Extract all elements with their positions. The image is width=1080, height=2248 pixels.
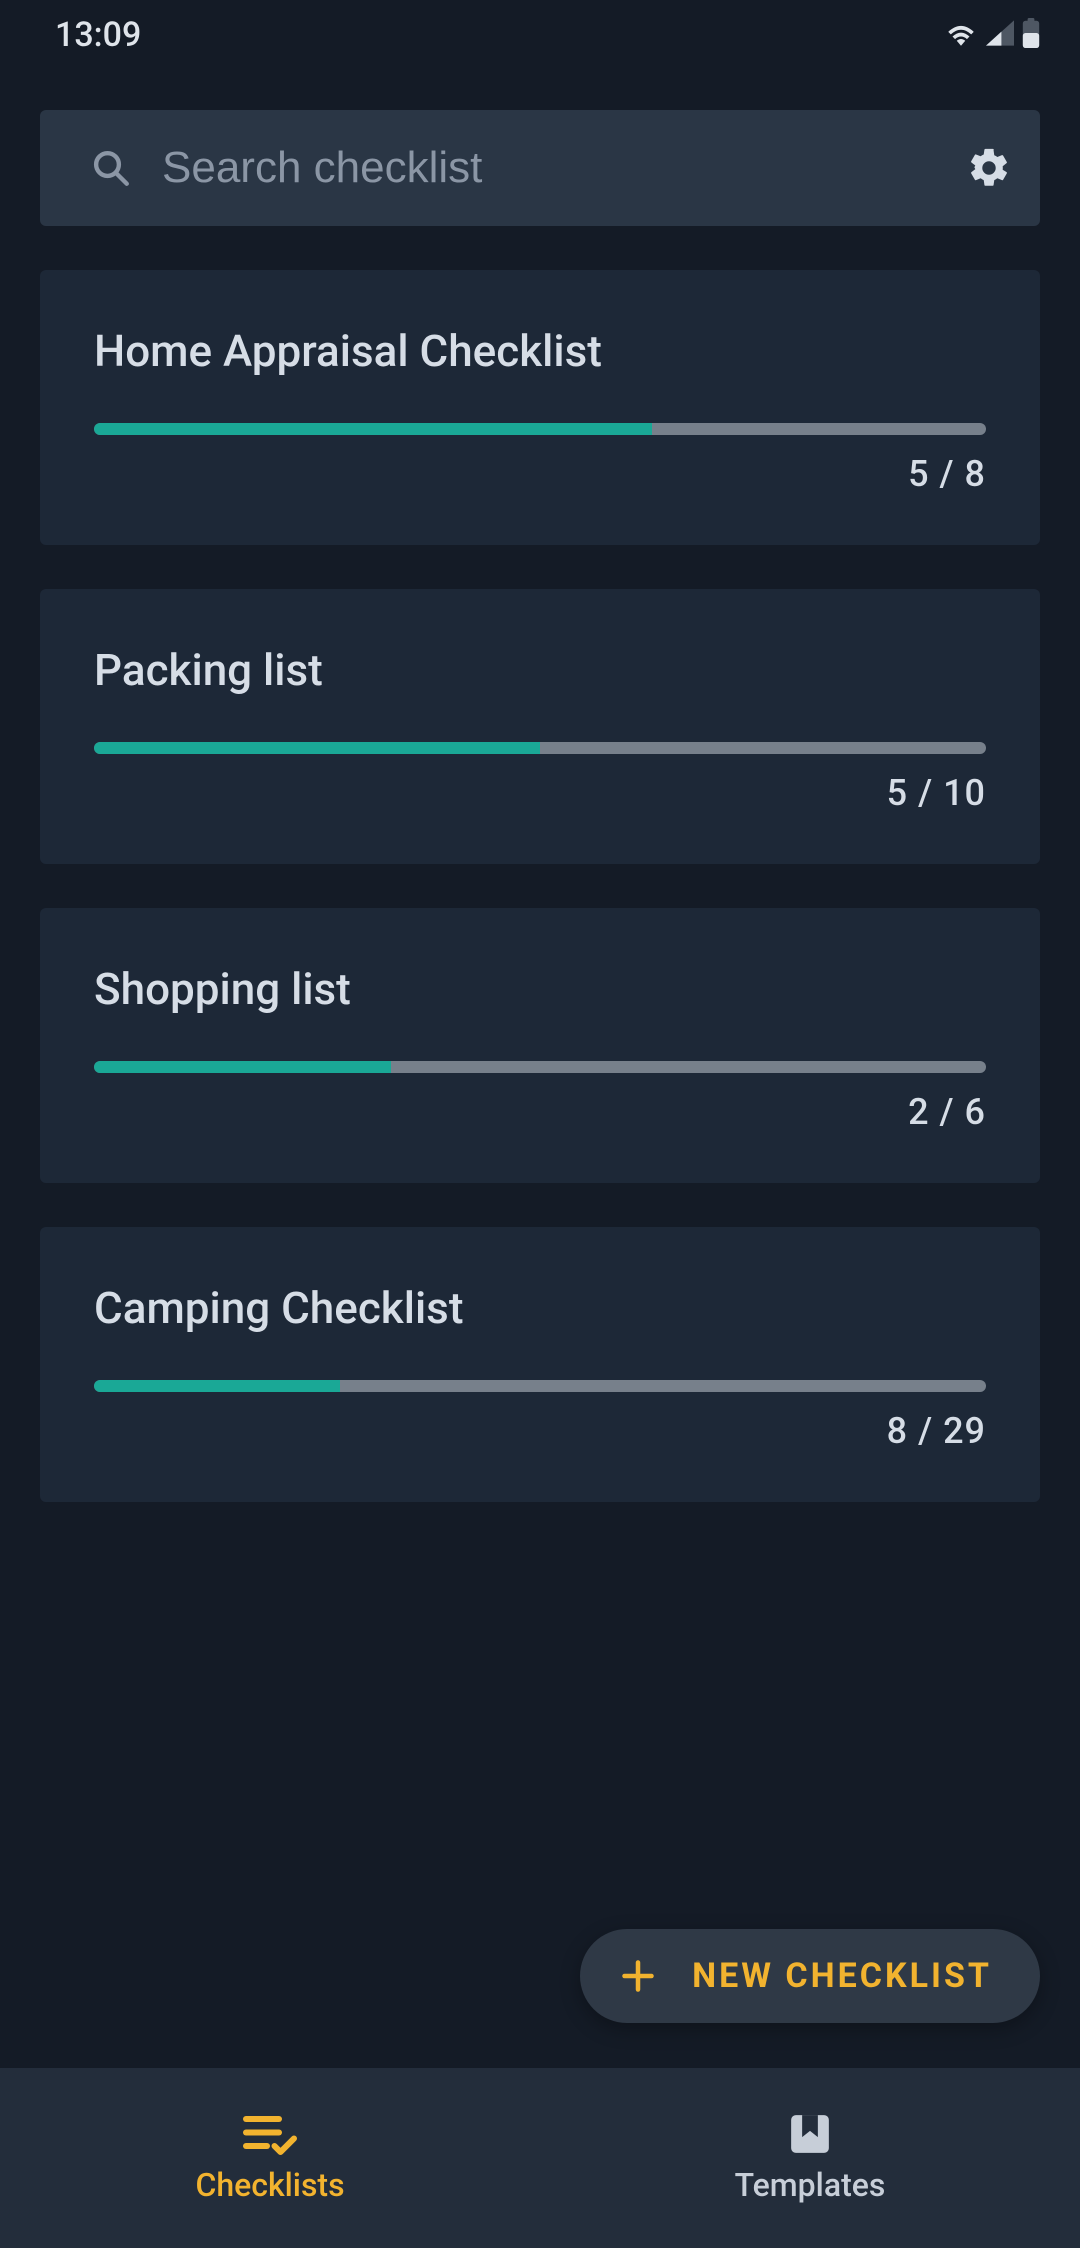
- progress-label: 8 / 29: [94, 1410, 986, 1452]
- checklist-card[interactable]: Home Appraisal Checklist 5 / 8: [40, 270, 1040, 545]
- progress-bar: [94, 1380, 986, 1392]
- search-icon: [90, 147, 132, 189]
- nav-label-templates: Templates: [735, 2166, 886, 2204]
- status-time: 13:09: [55, 15, 141, 55]
- status-icons: [944, 18, 1040, 52]
- nav-tab-checklists[interactable]: Checklists: [0, 2068, 540, 2248]
- bottom-nav: Checklists Templates: [0, 2068, 1080, 2248]
- checklist-title: Packing list: [94, 644, 986, 696]
- checklist-card[interactable]: Camping Checklist 8 / 29: [40, 1227, 1040, 1502]
- wifi-icon: [944, 20, 978, 50]
- progress-fill: [94, 423, 652, 435]
- checklist-title: Home Appraisal Checklist: [94, 325, 986, 377]
- status-bar: 13:09: [0, 0, 1080, 70]
- progress-fill: [94, 742, 540, 754]
- progress-bar: [94, 1061, 986, 1073]
- fab-label: NEW CHECKLIST: [692, 1956, 992, 1996]
- progress-fill: [94, 1380, 340, 1392]
- progress-label: 5 / 8: [94, 453, 986, 495]
- settings-gear-icon[interactable]: [966, 145, 1012, 191]
- checklist-title: Camping Checklist: [94, 1282, 986, 1334]
- search-input[interactable]: [162, 143, 966, 193]
- progress-bar: [94, 423, 986, 435]
- nav-tab-templates[interactable]: Templates: [540, 2068, 1080, 2248]
- progress-label: 2 / 6: [94, 1091, 986, 1133]
- nav-label-checklists: Checklists: [195, 2166, 344, 2204]
- templates-icon: [788, 2112, 832, 2156]
- checklist-list: Home Appraisal Checklist 5 / 8 Packing lis…: [0, 270, 1080, 1502]
- progress-fill: [94, 1061, 391, 1073]
- search-bar[interactable]: [40, 110, 1040, 226]
- battery-icon: [1022, 18, 1040, 52]
- plus-icon: [620, 1958, 656, 1994]
- cell-signal-icon: [986, 20, 1014, 50]
- checklists-icon: [243, 2112, 297, 2156]
- new-checklist-fab[interactable]: NEW CHECKLIST: [580, 1929, 1040, 2023]
- checklist-card[interactable]: Packing list 5 / 10: [40, 589, 1040, 864]
- checklist-title: Shopping list: [94, 963, 986, 1015]
- progress-bar: [94, 742, 986, 754]
- progress-label: 5 / 10: [94, 772, 986, 814]
- checklist-card[interactable]: Shopping list 2 / 6: [40, 908, 1040, 1183]
